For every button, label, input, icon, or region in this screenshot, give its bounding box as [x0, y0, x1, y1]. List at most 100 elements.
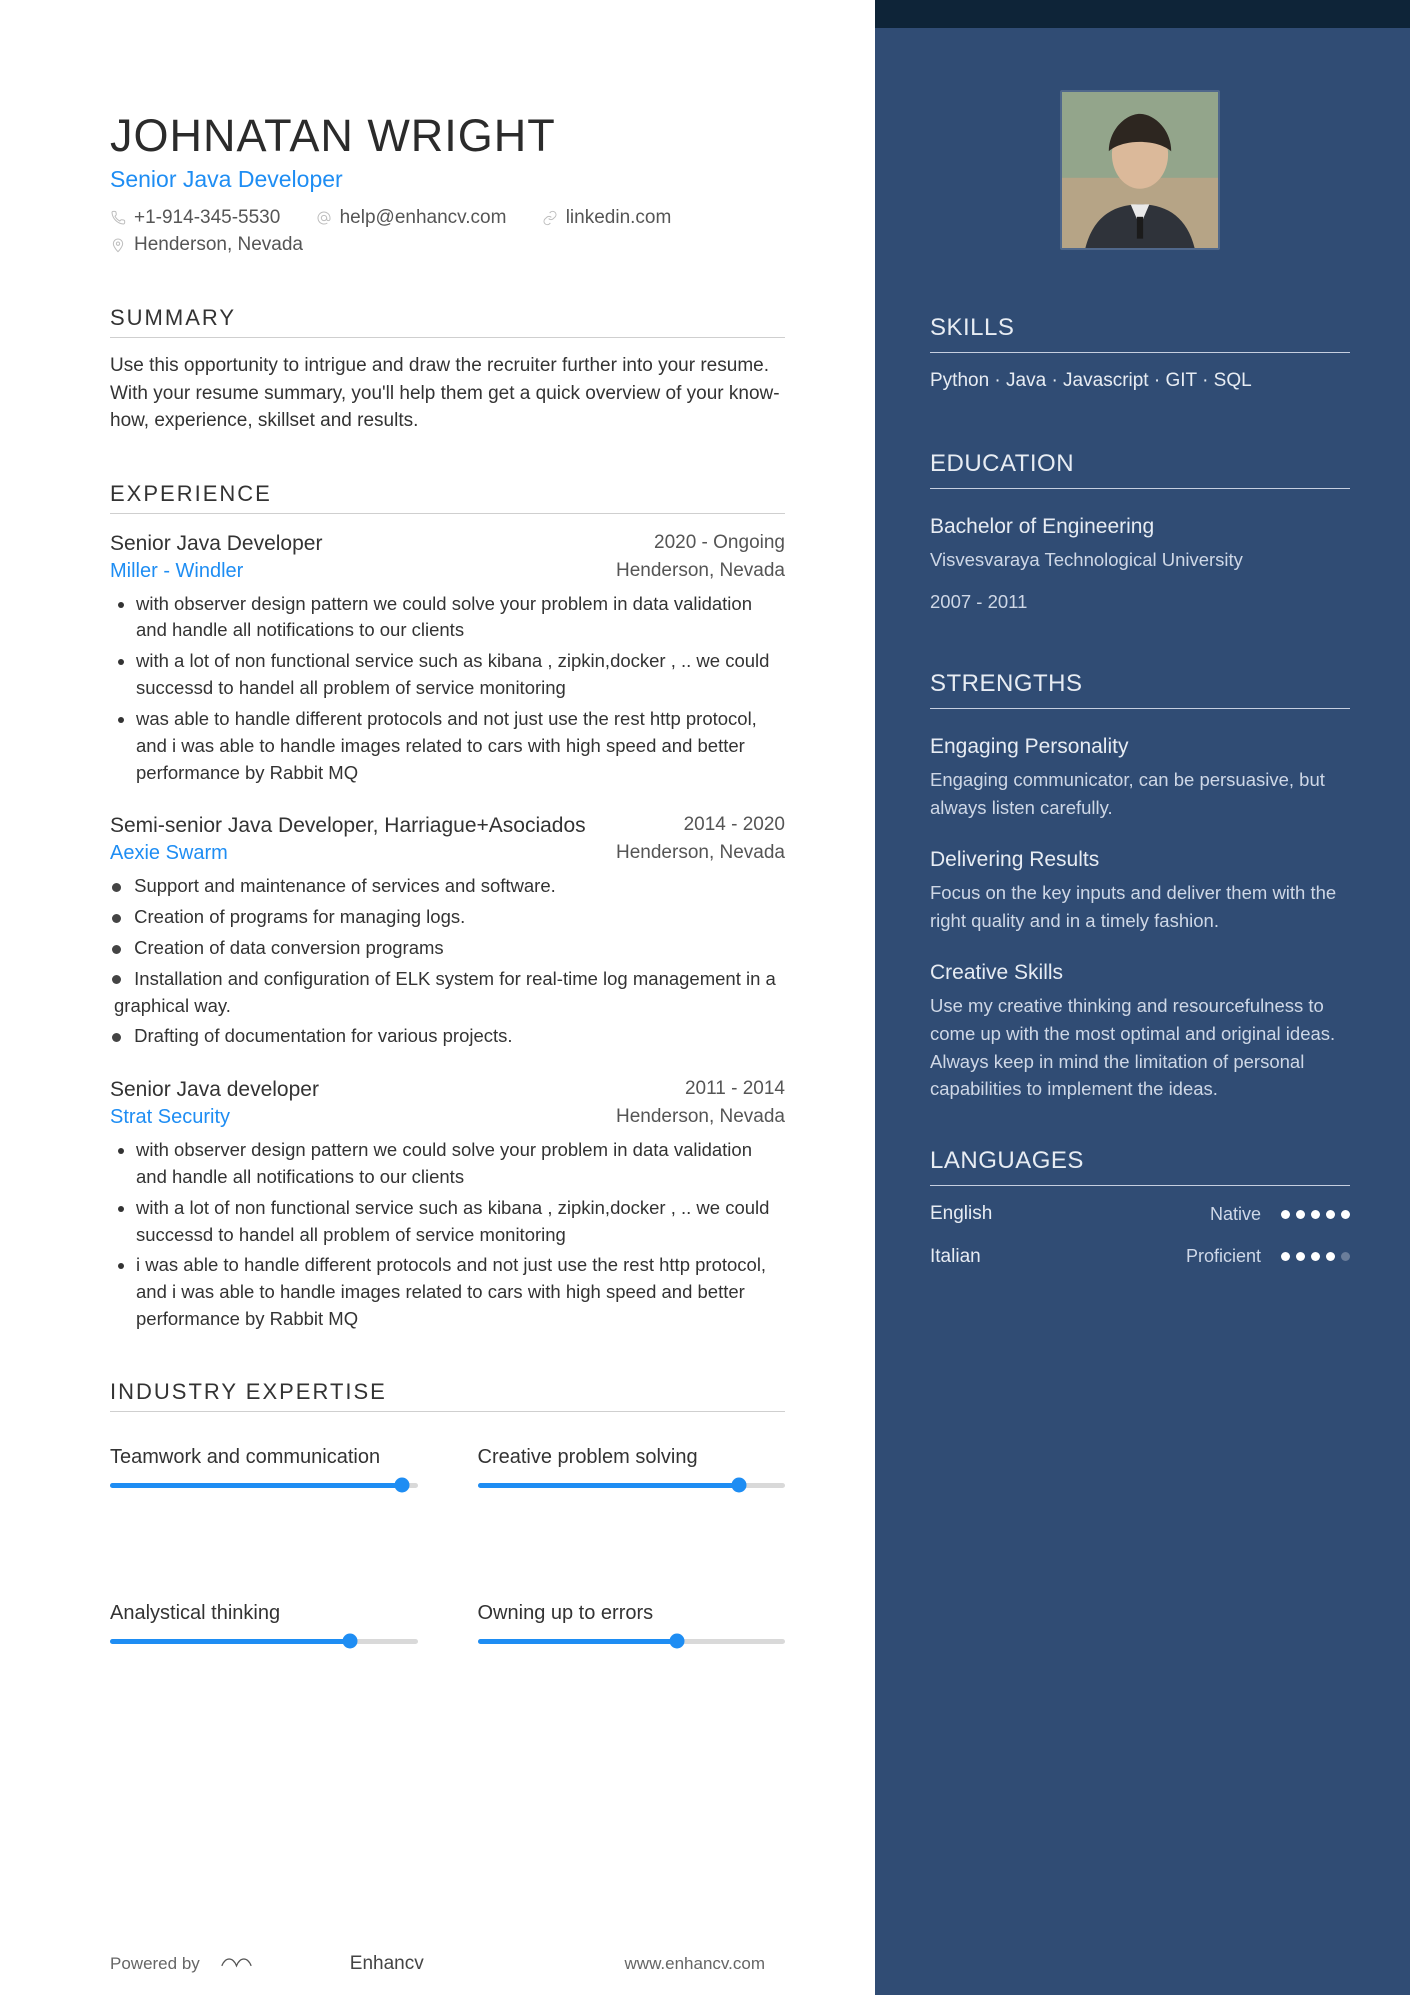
experience-company: Miller - Windler [110, 560, 243, 583]
bullet: with observer design pattern we could so… [136, 1137, 785, 1191]
sidebar: SKILLS Python · Java · Javascript · GIT … [875, 0, 1410, 1995]
experience-bullets: Support and maintenance of services and … [110, 873, 785, 1050]
main-column: JOHNATAN WRIGHT Senior Java Developer +1… [0, 0, 875, 1995]
skills-heading: SKILLS [930, 310, 1350, 346]
contact-link: linkedin.com [542, 207, 672, 229]
expertise-slider [110, 1483, 418, 1488]
expertise-section: INDUSTRY EXPERTISE Teamwork and communic… [110, 1379, 785, 1678]
strengths-heading: STRENGTHS [930, 666, 1350, 702]
experience-item: Semi-senior Java Developer, Harriague+As… [110, 814, 785, 1050]
strength-title: Engaging Personality [930, 731, 1350, 763]
person-role: Senior Java Developer [110, 166, 785, 193]
strength-body: Focus on the key inputs and deliver them… [930, 879, 1350, 935]
divider [930, 352, 1350, 353]
language-row: English Native [930, 1200, 1350, 1229]
divider [930, 708, 1350, 709]
bullet: Creation of data conversion programs [114, 935, 785, 962]
strength-body: Engaging communicator, can be persuasive… [930, 766, 1350, 822]
strength-item: Delivering Results Focus on the key inpu… [930, 844, 1350, 935]
link-icon [542, 210, 558, 226]
language-row: Italian Proficient [930, 1243, 1350, 1272]
experience-company: Strat Security [110, 1106, 230, 1129]
expertise-slider [110, 1639, 418, 1644]
experience-date: 2014 - 2020 [684, 814, 785, 836]
bullet: with a lot of non functional service suc… [136, 648, 785, 702]
contact-phone-text: +1-914-345-5530 [134, 207, 280, 229]
divider [110, 513, 785, 514]
footer: Powered by Enhancv www.enhancv.com [0, 1953, 875, 1975]
resume-page: JOHNATAN WRIGHT Senior Java Developer +1… [0, 0, 1410, 1995]
summary-heading: SUMMARY [110, 305, 785, 331]
bullet: with a lot of non functional service suc… [136, 1195, 785, 1249]
expertise-label: Creative problem solving [478, 1446, 786, 1469]
strength-title: Creative Skills [930, 957, 1350, 989]
expertise-item: Creative problem solving [478, 1446, 786, 1488]
footer-brand-name: Enhancv [350, 1953, 424, 1975]
experience-section: EXPERIENCE Senior Java Developer 2020 - … [110, 481, 785, 1333]
divider [930, 488, 1350, 489]
footer-powered: Powered by [110, 1954, 200, 1974]
footer-brand: Powered by Enhancv [110, 1953, 424, 1975]
experience-title: Semi-senior Java Developer, Harriague+As… [110, 814, 586, 838]
profile-photo [1060, 90, 1220, 250]
languages-heading: LANGUAGES [930, 1143, 1350, 1179]
experience-bullets: with observer design pattern we could so… [110, 591, 785, 787]
education-degree: Bachelor of Engineering [930, 511, 1350, 543]
contact-location: Henderson, Nevada [110, 234, 303, 256]
strength-item: Creative Skills Use my creative thinking… [930, 957, 1350, 1104]
strength-body: Use my creative thinking and resourceful… [930, 992, 1350, 1103]
at-icon [316, 210, 332, 226]
language-level: Native [1210, 1201, 1261, 1228]
expertise-label: Teamwork and communication [110, 1446, 418, 1469]
experience-location: Henderson, Nevada [616, 560, 785, 582]
enhancv-logo-icon [220, 1953, 330, 1975]
summary-text: Use this opportunity to intrigue and dra… [110, 352, 785, 435]
language-level: Proficient [1186, 1243, 1261, 1270]
expertise-label: Analystical thinking [110, 1602, 418, 1625]
strength-title: Delivering Results [930, 844, 1350, 876]
divider [110, 1411, 785, 1412]
experience-item: Senior Java Developer 2020 - Ongoing Mil… [110, 532, 785, 787]
experience-item: Senior Java developer 2011 - 2014 Strat … [110, 1078, 785, 1333]
language-name: Italian [930, 1243, 981, 1272]
expertise-label: Owning up to errors [478, 1602, 786, 1625]
contact-link-text: linkedin.com [566, 207, 672, 229]
expertise-item: Analystical thinking [110, 1602, 418, 1644]
bullet: Support and maintenance of services and … [114, 873, 785, 900]
contact-line-2: Henderson, Nevada [110, 234, 785, 259]
bullet: was able to handle different protocols a… [136, 706, 785, 786]
strength-item: Engaging Personality Engaging communicat… [930, 731, 1350, 822]
person-name: JOHNATAN WRIGHT [110, 110, 785, 162]
divider [110, 337, 785, 338]
expertise-item: Owning up to errors [478, 1602, 786, 1644]
contact-line-1: +1-914-345-5530 help@enhancv.com linkedi… [110, 207, 785, 232]
experience-company: Aexie Swarm [110, 842, 228, 865]
education-school: Visvesvaraya Technological University [930, 546, 1350, 574]
experience-title: Senior Java Developer [110, 532, 322, 556]
summary-section: SUMMARY Use this opportunity to intrigue… [110, 305, 785, 435]
education-heading: EDUCATION [930, 446, 1350, 482]
education-dates: 2007 - 2011 [930, 588, 1350, 616]
language-dots [1281, 1252, 1350, 1261]
experience-date: 2020 - Ongoing [654, 532, 785, 554]
expertise-item: Teamwork and communication [110, 1446, 418, 1488]
skills-text: Python · Java · Javascript · GIT · SQL [930, 367, 1350, 396]
experience-title: Senior Java developer [110, 1078, 319, 1102]
language-dots [1281, 1210, 1350, 1219]
location-icon [110, 237, 126, 253]
contact-email-text: help@enhancv.com [340, 207, 507, 229]
experience-bullets: with observer design pattern we could so… [110, 1137, 785, 1333]
top-accent-bar [875, 0, 1410, 28]
bullet: Drafting of documentation for various pr… [114, 1023, 785, 1050]
contact-location-text: Henderson, Nevada [134, 234, 303, 256]
bullet: with observer design pattern we could so… [136, 591, 785, 645]
bullet: Installation and configuration of ELK sy… [114, 966, 785, 1020]
bullet: Creation of programs for managing logs. [114, 904, 785, 931]
experience-location: Henderson, Nevada [616, 1106, 785, 1128]
contact-phone: +1-914-345-5530 [110, 207, 280, 229]
expertise-slider [478, 1639, 786, 1644]
divider [930, 1185, 1350, 1186]
experience-location: Henderson, Nevada [616, 842, 785, 864]
footer-url: www.enhancv.com [625, 1954, 765, 1974]
contact-email: help@enhancv.com [316, 207, 507, 229]
